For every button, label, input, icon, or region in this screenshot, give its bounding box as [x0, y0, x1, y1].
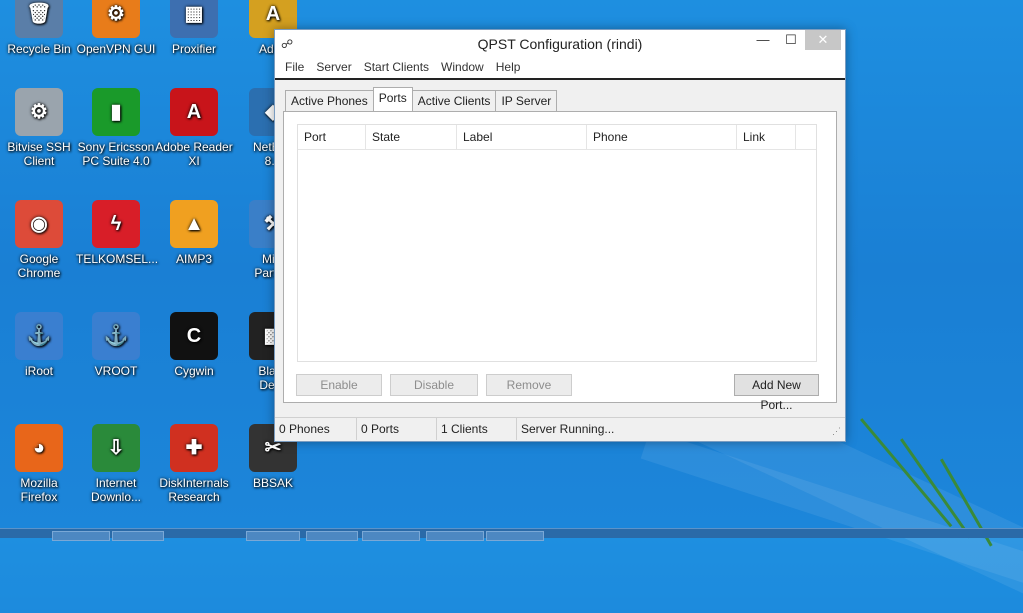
desktop-icon[interactable]: ▮ Sony Ericsson PC Suite 4.0 [76, 88, 156, 168]
desktop-icon[interactable]: A Adobe Reader XI [154, 88, 234, 168]
status-phones: 0 Phones [275, 418, 357, 440]
tab-active-clients[interactable]: Active Clients [411, 90, 497, 111]
menu-window[interactable]: Window [437, 58, 492, 78]
desktop-icon-label: Bitvise SSH Client [7, 140, 71, 168]
app-icon: ✚ [170, 424, 218, 472]
desktop-icon[interactable]: 🗑 Recycle Bin [0, 0, 79, 56]
desktop-icon-label: VROOT [94, 364, 138, 378]
app-icon: 🗑 [15, 0, 63, 38]
taskbar-item[interactable] [246, 531, 300, 541]
app-icon: ⚓ [92, 312, 140, 360]
taskbar-item[interactable] [112, 531, 164, 541]
app-icon: ⚙ [15, 88, 63, 136]
desktop-icon[interactable]: ✚ DiskInternals Research [154, 424, 234, 504]
desktop-icon-label: AIMP3 [175, 252, 212, 266]
desktop-icon-label: Google Chrome [17, 252, 61, 280]
app-icon: ⚓ [15, 312, 63, 360]
desktop-icon-label: TELKOMSEL... [76, 252, 159, 266]
taskbar-item[interactable] [52, 531, 110, 541]
desktop-icon-label: Proxifier [171, 42, 216, 56]
app-icon: ⇩ [92, 424, 140, 472]
desktop-icon[interactable]: C Cygwin [154, 312, 234, 378]
taskbar-item[interactable] [306, 531, 358, 541]
column-header-link[interactable]: Link [737, 125, 796, 149]
column-header-label[interactable]: Label [457, 125, 587, 149]
desktop-icon[interactable]: ⇩ Internet Downlo... [76, 424, 156, 504]
app-icon: ▲ [170, 200, 218, 248]
tab-ip-server[interactable]: IP Server [495, 90, 558, 111]
ports-list[interactable]: Port State Label Phone Link [297, 124, 817, 362]
desktop-icon[interactable]: ⚓ VROOT [76, 312, 156, 378]
menu-file[interactable]: File [281, 58, 312, 78]
taskbar-item[interactable] [426, 531, 484, 541]
app-icon: ▦ [170, 0, 218, 38]
tab-strip: Active Phones Ports Active Clients IP Se… [285, 87, 558, 111]
resize-grip-icon[interactable]: ⋰ [832, 426, 841, 437]
status-clients: 1 Clients [437, 418, 517, 440]
tab-active-phones[interactable]: Active Phones [285, 90, 374, 111]
app-icon: ϟ [92, 200, 140, 248]
menu-server[interactable]: Server [312, 58, 359, 78]
desktop-icon[interactable]: ⚓ iRoot [0, 312, 79, 378]
menu-start-clients[interactable]: Start Clients [360, 58, 437, 78]
tab-ports[interactable]: Ports [372, 87, 413, 111]
enable-button[interactable]: Enable [296, 374, 382, 396]
add-new-port-button[interactable]: Add New Port... [734, 374, 819, 412]
minimize-button[interactable]: — [749, 30, 777, 50]
desktop-icon-label: Sony Ericsson PC Suite 4.0 [77, 140, 155, 168]
maximize-button[interactable]: ☐ [777, 30, 805, 50]
status-ports: 0 Ports [357, 418, 437, 440]
status-server: Server Running... [521, 422, 615, 436]
disable-button[interactable]: Disable [390, 374, 478, 396]
desktop-icon-label: Adobe Reader XI [155, 140, 233, 168]
status-bar: 0 Phones 0 Ports 1 Clients Server Runnin… [275, 417, 845, 440]
title-bar[interactable]: ☍ QPST Configuration (rindi) — ☐ ✕ [275, 30, 845, 58]
menu-help[interactable]: Help [492, 58, 529, 78]
desktop-icon-label: BBSAK [252, 476, 294, 490]
desktop-icon[interactable]: ⚙ OpenVPN GUI [76, 0, 156, 56]
desktop-icon-label: iRoot [24, 364, 53, 378]
ports-tab-panel: Port State Label Phone Link Enable Disab… [283, 111, 837, 412]
app-icon: A [170, 88, 218, 136]
remove-button[interactable]: Remove [486, 374, 572, 396]
ports-list-header: Port State Label Phone Link [298, 125, 816, 150]
taskbar-item[interactable] [362, 531, 420, 541]
column-header-port[interactable]: Port [298, 125, 366, 149]
desktop-icon[interactable]: ◕ Mozilla Firefox [0, 424, 79, 504]
qpst-window: ☍ QPST Configuration (rindi) — ☐ ✕ File … [274, 29, 846, 442]
desktop-icon[interactable]: ▲ AIMP3 [154, 200, 234, 266]
desktop-icon-label: Cygwin [174, 364, 214, 378]
desktop-icon-label: Recycle Bin [7, 42, 71, 56]
column-header-state[interactable]: State [366, 125, 457, 149]
desktop-icon-label: Mozilla Firefox [20, 476, 58, 504]
close-button[interactable]: ✕ [805, 30, 841, 50]
taskbar-item[interactable] [486, 531, 544, 541]
desktop-icon-label: Internet Downlo... [90, 476, 142, 504]
app-icon: C [170, 312, 218, 360]
desktop-icon[interactable]: ϟ TELKOMSEL... [76, 200, 159, 266]
app-icon: ◉ [15, 200, 63, 248]
column-header-phone[interactable]: Phone [587, 125, 737, 149]
desktop-icon-label: OpenVPN GUI [76, 42, 156, 56]
desktop-icon[interactable]: ⚙ Bitvise SSH Client [0, 88, 79, 168]
menu-bar: File Server Start Clients Window Help [275, 58, 845, 80]
desktop-icon-label: DiskInternals Research [159, 476, 229, 504]
app-icon: ◕ [15, 424, 63, 472]
desktop-icon[interactable]: ◉ Google Chrome [0, 200, 79, 280]
app-icon: ▮ [92, 88, 140, 136]
desktop-icon[interactable]: ▦ Proxifier [154, 0, 234, 56]
app-icon: ⚙ [92, 0, 140, 38]
